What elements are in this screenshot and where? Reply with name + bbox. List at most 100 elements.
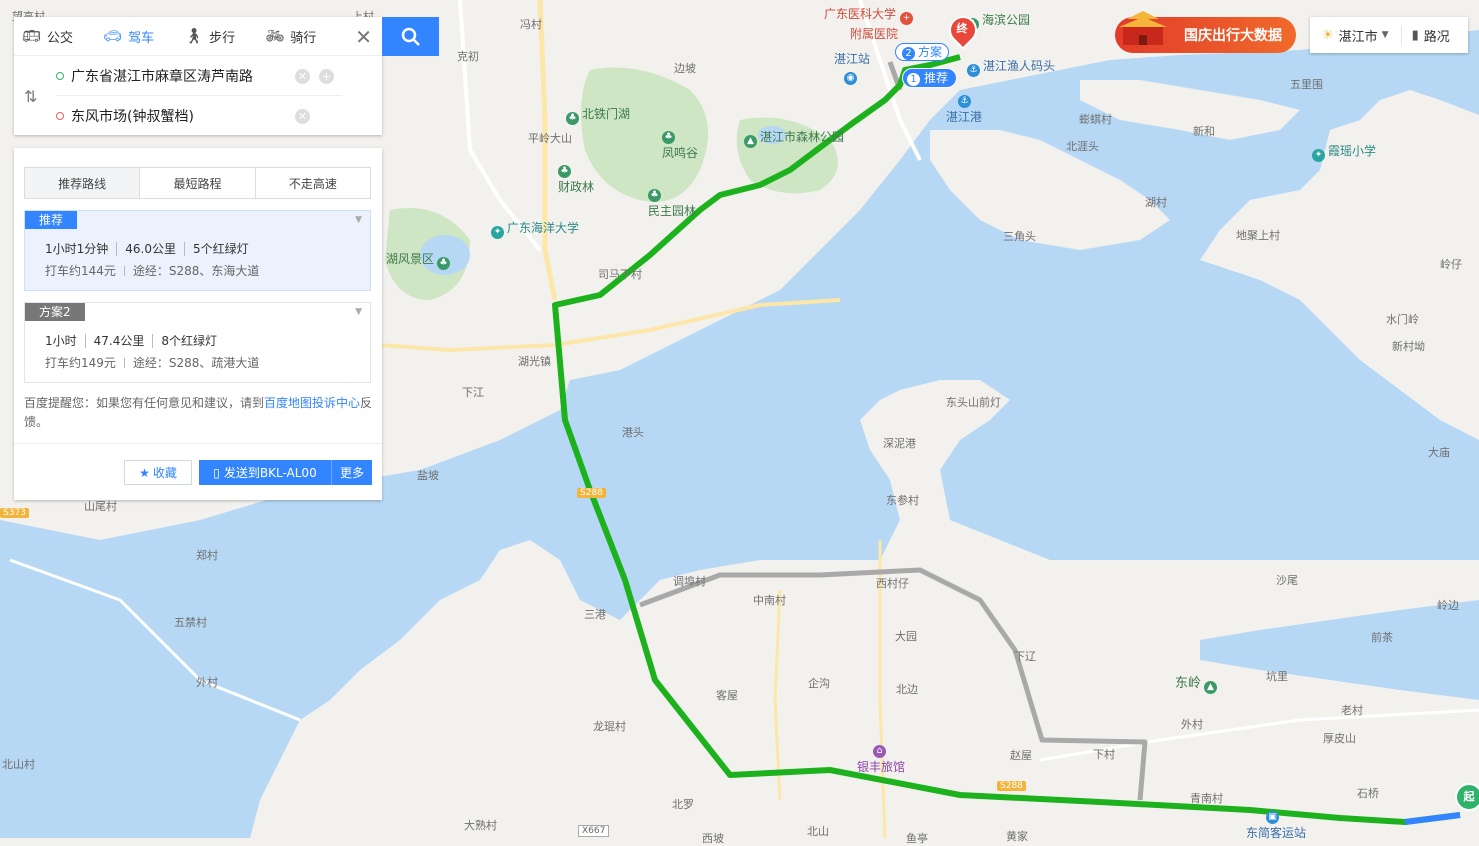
- send-label: 发送到BKL-AL00: [223, 466, 317, 480]
- mode-drive[interactable]: 🚗︎ 驾车: [103, 27, 154, 46]
- map-label: 大园: [895, 630, 917, 643]
- tab-shortest[interactable]: 最短路程: [140, 168, 256, 198]
- walk-icon: 🚶︎: [184, 27, 204, 45]
- traffic-toggle[interactable]: ▮ 路况: [1402, 26, 1460, 45]
- swap-direction-icon[interactable]: ⇅: [24, 87, 37, 106]
- map-poi[interactable]: 湖风景区 ♣: [386, 250, 453, 270]
- tab-recommended[interactable]: 推荐路线: [25, 168, 141, 198]
- notice-text: 百度提醒您：如果您有任何意见和建议，请到: [24, 396, 265, 410]
- map-label: 北山: [807, 825, 829, 838]
- clear-start-icon[interactable]: ✕: [295, 68, 310, 84]
- route-card-recommended[interactable]: 推荐 ▼ 1小时1分钟 46.0公里 5个红绿灯 打车约144元 途经：S288、东海…: [24, 210, 371, 291]
- map-label: 水门岭: [1386, 313, 1419, 326]
- banner-label: 国庆出行大数据: [1184, 28, 1282, 44]
- map-poi-label: 广东医科大学: [824, 7, 897, 21]
- national-day-banner[interactable]: 国庆出行大数据: [1115, 11, 1296, 53]
- map-label: 外村: [196, 676, 218, 689]
- map-poi[interactable]: 东岭 ▲: [1175, 672, 1220, 694]
- map-label: 克初: [457, 50, 479, 63]
- hotel-icon: ⌂: [873, 745, 886, 758]
- map-poi[interactable]: ♣ 凤鸣谷: [662, 126, 698, 161]
- road-shield: S288: [577, 488, 606, 498]
- map-poi[interactable]: ♣ 北铁门湖: [566, 105, 630, 125]
- route-via: 途经：S288、疏港大道: [132, 356, 260, 370]
- hospital-icon: +: [900, 12, 914, 25]
- start-value: 广东省湛江市麻章区涛芦南路: [71, 69, 253, 85]
- map-label: 黄家: [1006, 830, 1028, 843]
- route-detail: 打车约149元 途经：S288、疏港大道: [45, 354, 259, 371]
- map-poi[interactable]: ⌂ 银丰旅馆: [857, 740, 905, 775]
- mode-bike[interactable]: 🚲︎ 骑行: [265, 27, 316, 46]
- map-poi[interactable]: ⚓ 湛江渔人码头: [967, 57, 1055, 77]
- map-label: 地聚上村: [1236, 229, 1280, 242]
- map-poi[interactable]: ♣ 民主园林: [648, 184, 696, 219]
- start-field[interactable]: 广东省湛江市麻章区涛芦南路 ✕ +: [56, 57, 342, 96]
- park-icon: ♣: [662, 131, 675, 144]
- map-label: 新村坳: [1392, 340, 1425, 353]
- map-label: 东头山前灯: [946, 396, 1001, 409]
- add-waypoint-icon[interactable]: +: [319, 68, 334, 84]
- map-poi[interactable]: 湛江站 ◉: [834, 50, 870, 85]
- map-label: 蟛蜞村: [1079, 113, 1112, 126]
- train-station-icon: ◉: [844, 72, 857, 85]
- map-poi-label: 民主园林: [648, 204, 697, 218]
- search-button[interactable]: [382, 17, 439, 56]
- map-label: 北涯头: [1066, 140, 1099, 153]
- expand-caret-icon[interactable]: ▼: [355, 215, 362, 225]
- mode-bus[interactable]: 🚌︎ 公交: [22, 27, 73, 46]
- map-poi[interactable]: ♣ 财政林: [558, 160, 594, 195]
- map-label: 北罗: [672, 798, 694, 811]
- map-poi[interactable]: ⚓ 湛江港: [946, 90, 982, 125]
- end-field[interactable]: 东风市场(钟叔蟹档) ✕: [56, 97, 342, 135]
- send-to-phone-button[interactable]: ▯ 发送到BKL-AL00: [199, 460, 332, 485]
- clear-end-icon[interactable]: ✕: [295, 108, 310, 124]
- map-label: 新和: [1193, 125, 1215, 138]
- map-poi-label: 北铁门湖: [582, 107, 631, 121]
- route-via: 途经：S288、东海大道: [132, 264, 260, 278]
- recommended-route-marker[interactable]: 1 推荐: [902, 68, 958, 88]
- complaint-center-link[interactable]: 百度地图投诉中心: [264, 396, 360, 410]
- route-tag: 方案2: [25, 303, 85, 321]
- route-card-plan2[interactable]: 方案2 ▼ 1小时 47.4公里 8个红绿灯 打车约149元 途经：S288、疏港大道: [24, 302, 371, 383]
- tab-no-highway[interactable]: 不走高速: [256, 168, 370, 198]
- map-label: 赵屋: [1010, 749, 1032, 762]
- map-label: 外村: [1181, 718, 1203, 731]
- end-dot-icon: [56, 112, 64, 120]
- mode-label: 驾车: [128, 30, 155, 46]
- favorite-button[interactable]: ★ 收藏: [124, 460, 192, 485]
- map-label: 三角头: [1003, 230, 1036, 243]
- map-poi[interactable]: 广东医科大学 + 附属医院: [824, 5, 916, 42]
- route-detail: 打车约144元 途经：S288、东海大道: [45, 262, 259, 279]
- map-label: 郑村: [196, 549, 218, 562]
- close-icon[interactable]: ✕: [355, 25, 372, 49]
- map-label: 边坡: [674, 62, 696, 75]
- map-label: 岭仔: [1440, 258, 1462, 271]
- map-poi[interactable]: ✦ 霞瑶小学: [1312, 142, 1376, 162]
- university-icon: ✦: [491, 226, 504, 239]
- map-poi[interactable]: ✦ 广东海洋大学: [491, 219, 579, 239]
- map-label: 五里围: [1290, 78, 1323, 91]
- bike-icon: 🚲︎: [265, 27, 285, 45]
- city-selector[interactable]: ☀ 湛江市 ▼: [1310, 25, 1402, 45]
- plan2-route-marker[interactable]: 2 方案: [895, 43, 950, 61]
- mode-walk[interactable]: 🚶︎ 步行: [184, 27, 235, 46]
- map-label: 盐坡: [417, 469, 439, 482]
- map-label: 西村仔: [876, 577, 909, 590]
- map-label: 湖光镇: [518, 355, 551, 368]
- map-poi-label: 湛江渔人码头: [983, 59, 1056, 73]
- map-poi-label: 湛江站: [834, 52, 871, 66]
- start-pin-icon[interactable]: 起: [1455, 783, 1479, 811]
- map-poi[interactable]: ▲ 湛江市森林公园: [744, 128, 844, 148]
- map-label: 下村: [1093, 748, 1115, 761]
- search-icon: [401, 27, 420, 46]
- map-label: 五禁村: [174, 616, 207, 629]
- mode-label: 步行: [209, 30, 236, 46]
- mode-label: 骑行: [290, 30, 317, 46]
- map-poi[interactable]: ▣ 东简客运站: [1246, 806, 1306, 841]
- map-label: 老村: [1341, 704, 1363, 717]
- route-lights: 8个红绿灯: [161, 334, 218, 348]
- mountain-icon: ▲: [1204, 681, 1218, 694]
- more-button[interactable]: 更多: [332, 460, 372, 485]
- map-label: 青南村: [1190, 792, 1223, 805]
- expand-caret-icon[interactable]: ▼: [355, 307, 362, 317]
